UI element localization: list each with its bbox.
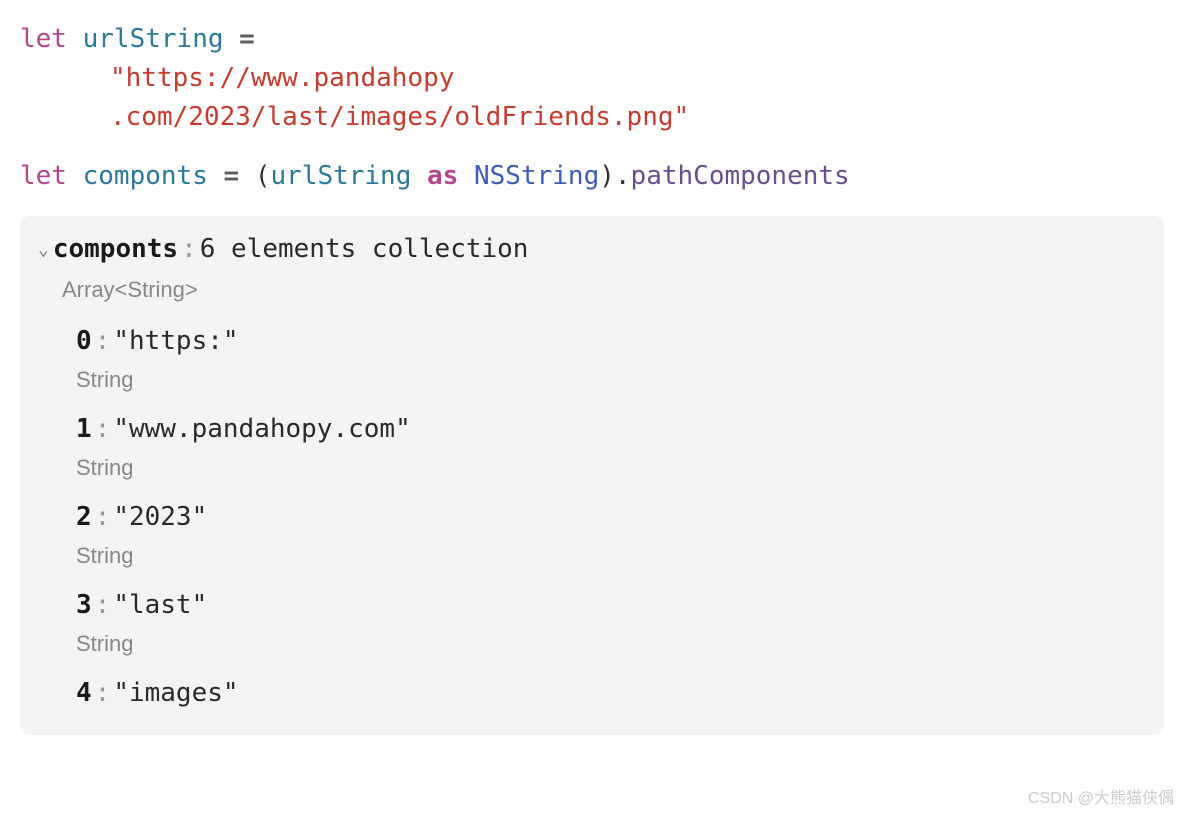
- array-item-type: String: [76, 363, 1146, 396]
- code-line-4: let componts = (urlString as NSString).p…: [20, 157, 1164, 196]
- result-header[interactable]: ⌄ componts : 6 elements collection: [38, 230, 1146, 269]
- array-item-row: 1:"www.pandahopy.com": [76, 410, 1146, 449]
- array-index: 2: [76, 498, 92, 537]
- array-item-row: 3:"last": [76, 586, 1146, 625]
- array-item-row: 4:"images": [76, 674, 1146, 713]
- array-item[interactable]: 4:"images": [76, 674, 1146, 713]
- colon-separator: :: [95, 586, 111, 625]
- string-literal: "https://www.pandahopy: [110, 63, 454, 93]
- array-item[interactable]: 1:"www.pandahopy.com"String: [76, 410, 1146, 484]
- array-item[interactable]: 0:"https:"String: [76, 322, 1146, 396]
- items-container: 0:"https:"String1:"www.pandahopy.com"Str…: [38, 322, 1146, 713]
- result-variable-name: componts: [53, 230, 178, 269]
- array-item-row: 2:"2023": [76, 498, 1146, 537]
- array-item-value: "www.pandahopy.com": [113, 410, 410, 449]
- array-index: 3: [76, 586, 92, 625]
- watermark: CSDN @大熊猫侠偶: [1028, 787, 1174, 811]
- array-item-row: 0:"https:": [76, 322, 1146, 361]
- result-description: 6 elements collection: [200, 230, 529, 269]
- array-item[interactable]: 2:"2023"String: [76, 498, 1146, 572]
- chevron-down-icon[interactable]: ⌄: [38, 236, 49, 263]
- code-block: let urlString = "https://www.pandahopy .…: [20, 20, 1164, 137]
- type-nsstring: NSString: [474, 161, 599, 191]
- array-item-type: String: [76, 627, 1146, 660]
- array-item-value: "https:": [113, 322, 238, 361]
- code-line-2: "https://www.pandahopy: [20, 59, 1164, 98]
- string-literal: .com/2023/last/images/oldFriends.png": [110, 102, 689, 132]
- keyword-let: let: [20, 161, 67, 191]
- open-paren: (: [255, 161, 271, 191]
- array-item-value: "last": [113, 586, 207, 625]
- colon-separator: :: [95, 498, 111, 537]
- equals-operator: =: [224, 161, 240, 191]
- array-index: 4: [76, 674, 92, 713]
- array-item-type: String: [76, 451, 1146, 484]
- code-line-1: let urlString =: [20, 20, 1164, 59]
- close-paren-dot: ).: [599, 161, 630, 191]
- array-item[interactable]: 3:"last"String: [76, 586, 1146, 660]
- equals-operator: =: [239, 24, 255, 54]
- array-item-value: "2023": [113, 498, 207, 537]
- result-panel: ⌄ componts : 6 elements collection Array…: [20, 216, 1164, 735]
- array-item-type: String: [76, 539, 1146, 572]
- code-line-3: .com/2023/last/images/oldFriends.png": [20, 98, 1164, 137]
- variable-ref: urlString: [270, 161, 411, 191]
- colon-separator: :: [95, 322, 111, 361]
- variable-urlString: urlString: [83, 24, 224, 54]
- colon-separator: :: [95, 674, 111, 713]
- keyword-as: as: [427, 161, 458, 191]
- variable-componts: componts: [83, 161, 208, 191]
- array-index: 0: [76, 322, 92, 361]
- result-type-label: Array<String>: [62, 273, 1146, 306]
- method-pathcomponents: pathComponents: [631, 161, 850, 191]
- array-item-value: "images": [113, 674, 238, 713]
- array-index: 1: [76, 410, 92, 449]
- colon-separator: :: [181, 230, 197, 269]
- colon-separator: :: [95, 410, 111, 449]
- code-block-2: let componts = (urlString as NSString).p…: [20, 157, 1164, 196]
- keyword-let: let: [20, 24, 67, 54]
